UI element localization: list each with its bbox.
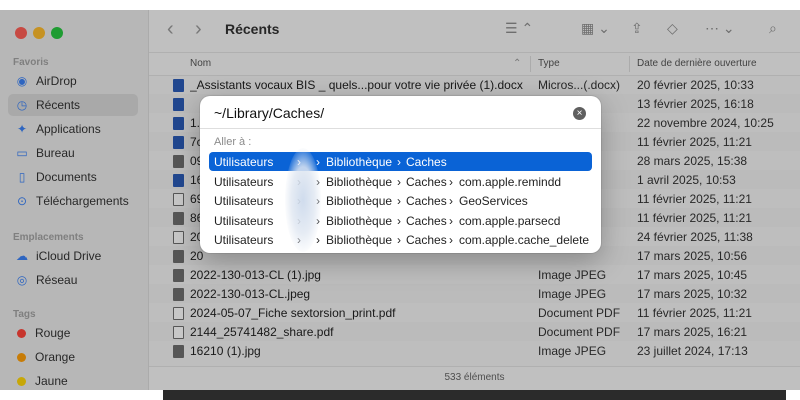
goto-suggestion[interactable]: Utilisateurs››Bibliothèque›Caches	[209, 152, 592, 171]
suggestion-segment-library: Bibliothèque	[326, 174, 393, 189]
suggestion-segment-folder: GeoServices	[459, 194, 528, 208]
path-input[interactable]	[214, 102, 564, 124]
suggestion-segment-library: Bibliothèque	[326, 155, 393, 169]
suggestion-segment-caches: Caches	[406, 233, 447, 247]
path-separator-icon: ›	[397, 174, 401, 189]
suggestion-segment-folder: com.apple.cache_delete	[459, 233, 590, 247]
suggestion-segment-library: Bibliothèque	[326, 194, 393, 208]
goto-section-label: Aller à :	[214, 136, 252, 148]
suggestion-segment-caches: Caches	[406, 213, 447, 228]
goto-suggestion[interactable]: Utilisateurs››Bibliothèque›Caches›com.ap…	[209, 230, 592, 249]
path-separator-icon: ›	[449, 194, 453, 208]
go-to-folder-dialog: × Aller à : Utilisateurs››Bibliothèque›C…	[200, 96, 601, 253]
suggestion-segment-users: Utilisateurs	[214, 233, 274, 247]
suggestion-segment-users: Utilisateurs	[214, 194, 274, 208]
goto-suggestion[interactable]: Utilisateurs››Bibliothèque›Caches›GeoSer…	[209, 191, 592, 210]
path-separator-icon: ›	[449, 233, 453, 247]
path-separator-icon: ›	[397, 213, 401, 228]
path-separator-icon: ›	[449, 174, 453, 189]
suggestion-segment-caches: Caches	[406, 174, 447, 189]
path-separator-icon: ›	[397, 233, 401, 247]
suggestion-segment-caches: Caches	[406, 155, 447, 169]
path-separator-icon: ›	[397, 155, 401, 169]
suggestion-segment-users: Utilisateurs	[214, 155, 274, 169]
goto-suggestion[interactable]: Utilisateurs››Bibliothèque›Caches›com.ap…	[209, 172, 592, 191]
suggestion-segment-folder: com.apple.remindd	[459, 174, 562, 189]
path-separator-icon: ›	[316, 233, 320, 247]
dialog-divider	[200, 128, 601, 129]
path-separator-icon: ›	[397, 194, 401, 208]
background-strip	[163, 390, 786, 400]
suggestion-segment-folder: com.apple.parsecd	[459, 213, 561, 228]
goto-suggestion[interactable]: Utilisateurs››Bibliothèque›Caches›com.ap…	[209, 211, 592, 230]
clear-input-icon[interactable]: ×	[573, 107, 586, 120]
suggestion-segment-caches: Caches	[406, 194, 447, 208]
suggestion-segment-users: Utilisateurs	[214, 174, 274, 189]
path-separator-icon: ›	[449, 213, 453, 228]
suggestion-segment-users: Utilisateurs	[214, 213, 274, 228]
suggestion-segment-library: Bibliothèque	[326, 213, 393, 228]
redaction-blur	[285, 148, 321, 252]
suggestion-segment-library: Bibliothèque	[326, 233, 393, 247]
